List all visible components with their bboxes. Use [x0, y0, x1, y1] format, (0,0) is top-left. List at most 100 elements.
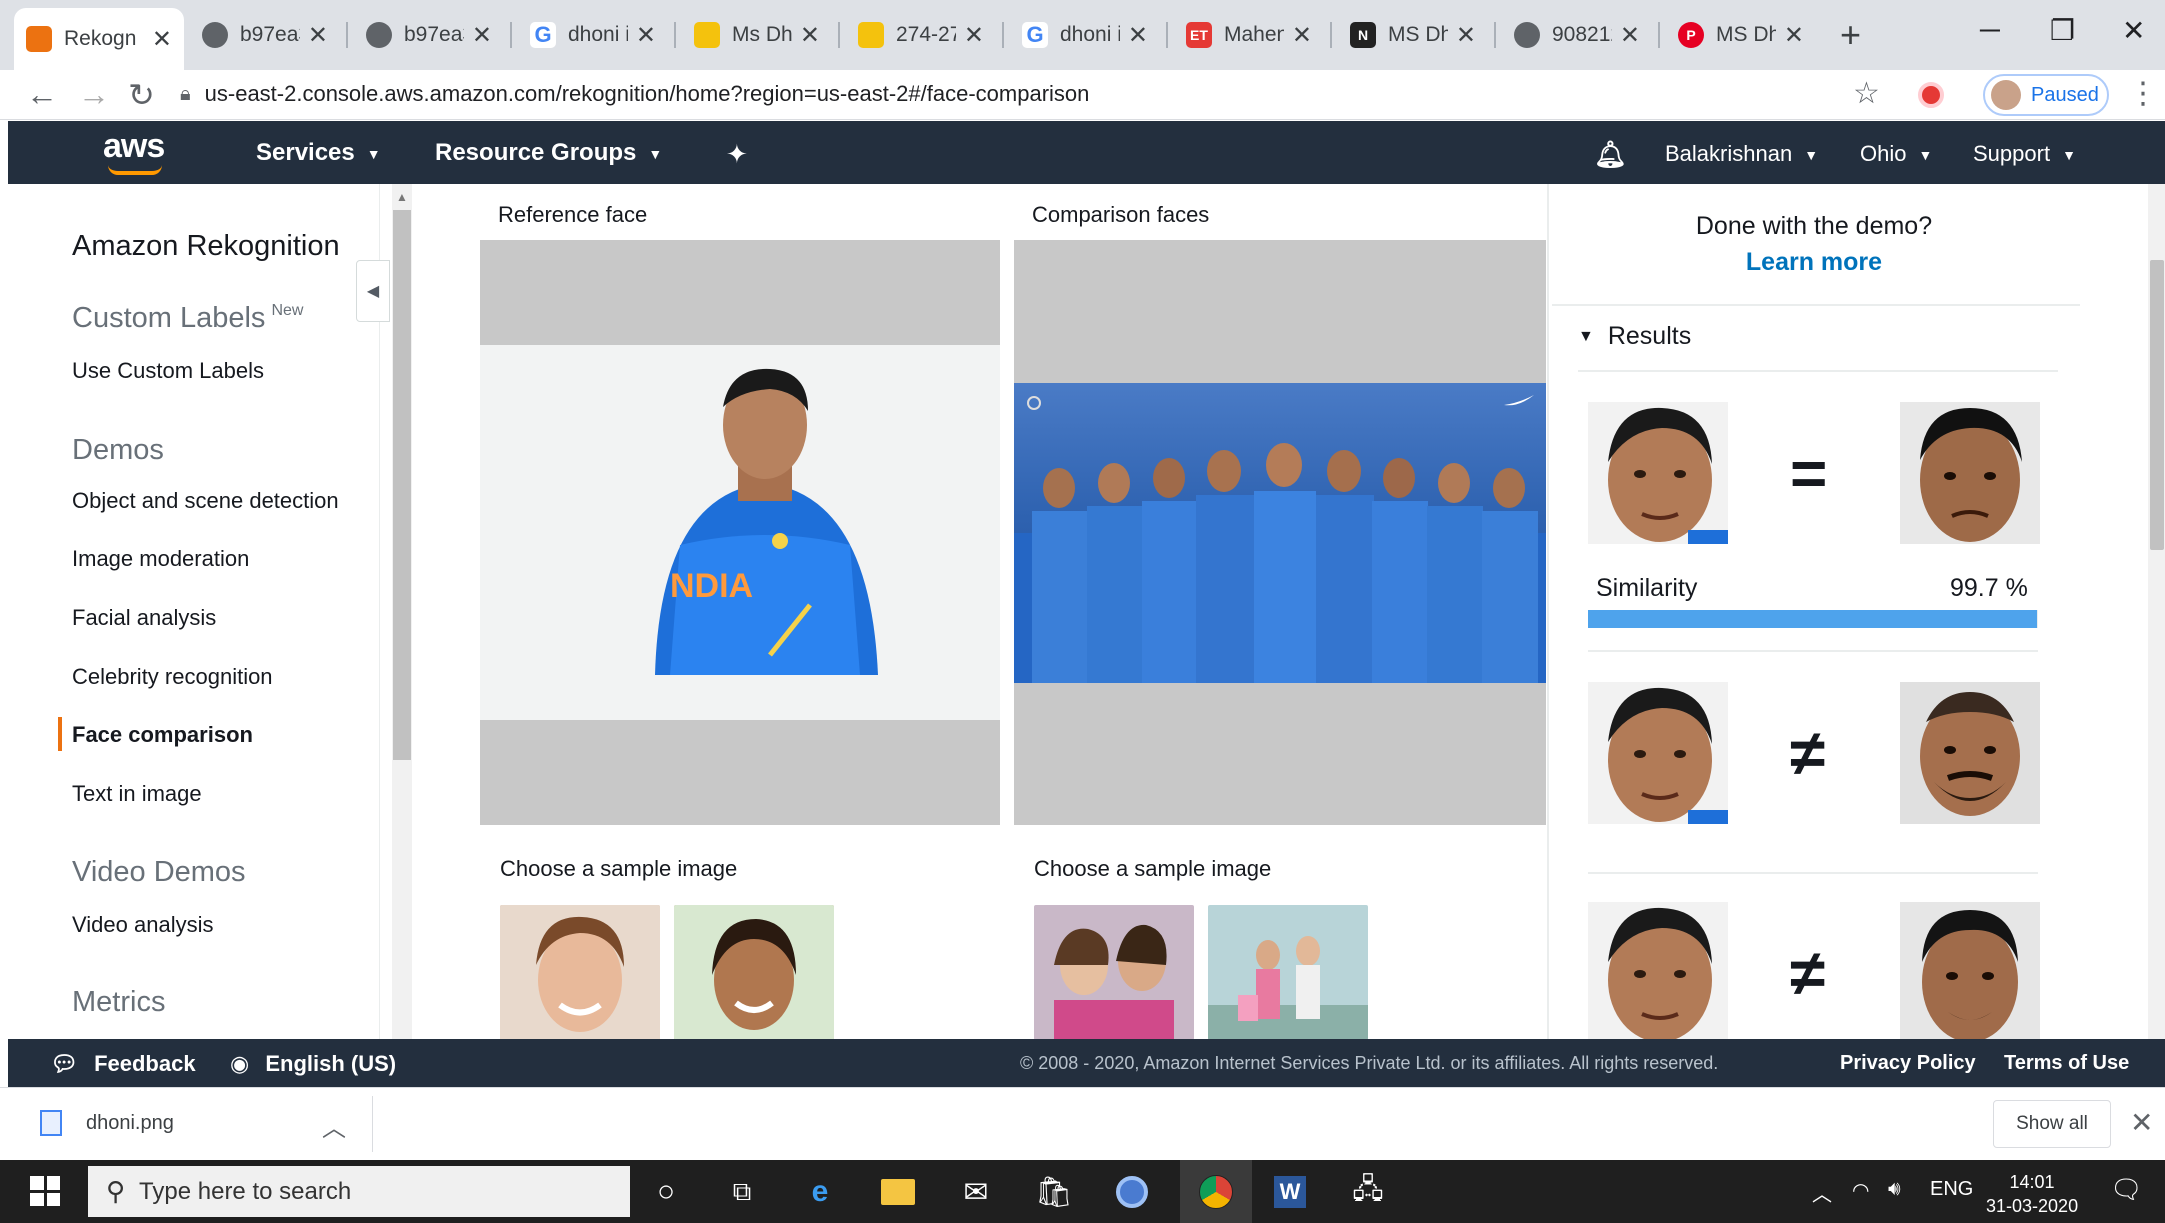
input-language[interactable]: ENG	[1930, 1178, 1973, 1201]
browser-tab[interactable]: G dhoni i ✕	[518, 12, 668, 58]
results-toggle[interactable]: ▼ Results	[1578, 322, 1691, 351]
close-tab-icon[interactable]: ✕	[1456, 21, 1476, 50]
cortana-icon[interactable]: ○	[646, 1172, 686, 1212]
store-icon[interactable]: 🛍︎	[1034, 1172, 1074, 1212]
sample-thumbnail[interactable]	[1034, 905, 1194, 1040]
browser-tab[interactable]: N MS Dh ✕	[1338, 12, 1488, 58]
back-icon[interactable]: ←	[26, 76, 58, 113]
user-menu[interactable]: Balakrishnan ▼	[1665, 141, 1818, 167]
browser-tab[interactable]: ET Mahen ✕	[1174, 12, 1324, 58]
tab-separator	[510, 22, 512, 48]
close-tab-icon[interactable]: ✕	[308, 21, 328, 50]
privacy-policy-link[interactable]: Privacy Policy	[1840, 1052, 1976, 1075]
sidebar-item-text-in-image[interactable]: Text in image	[72, 781, 202, 807]
sidebar-item-face-comparison[interactable]: Face comparison	[72, 722, 253, 748]
pin-icon[interactable]: ✦	[726, 139, 748, 170]
browser-menu-icon[interactable]: ⋮	[2128, 76, 2158, 111]
browser-tab[interactable]: G dhoni i ✕	[1010, 12, 1160, 58]
profile-button[interactable]: Paused	[1983, 74, 2109, 116]
browser-tab[interactable]: b97ea3 ✕	[354, 12, 504, 58]
taskbar-clock[interactable]: 14:01 31-03-2020	[1986, 1170, 2078, 1218]
minimize-icon[interactable]: ─	[1980, 14, 2000, 46]
taskbar-search-box[interactable]: ⚲ Type here to search	[88, 1166, 630, 1217]
scroll-up-icon[interactable]: ▲	[396, 190, 408, 204]
close-tab-icon[interactable]: ✕	[1620, 21, 1640, 50]
wifi-icon[interactable]: ◠	[1852, 1178, 1869, 1203]
close-tab-icon[interactable]: ✕	[1292, 21, 1312, 50]
sidebar-item-use-custom-labels[interactable]: Use Custom Labels	[72, 358, 264, 384]
learn-more-link[interactable]: Learn more	[1548, 248, 2080, 277]
sample-thumbnail[interactable]	[500, 905, 660, 1040]
browser-tab[interactable]: P MS Dho ✕	[1666, 12, 1816, 58]
volume-icon[interactable]: 🔊︎	[1888, 1178, 1901, 1201]
windows-start-icon[interactable]	[30, 1176, 60, 1206]
app-icon[interactable]	[1112, 1172, 1152, 1212]
chrome-icon[interactable]	[1196, 1172, 1236, 1212]
browser-tab[interactable]: 908212 ✕	[1502, 12, 1652, 58]
aws-logo[interactable]: aws	[103, 127, 165, 166]
browser-tab[interactable]: Rekogn ✕	[14, 8, 184, 70]
close-tab-icon[interactable]: ✕	[636, 21, 656, 50]
close-icon[interactable]: ✕	[2130, 1106, 2153, 1139]
sidebar-section-demos: Demos	[72, 434, 164, 466]
services-menu[interactable]: Services ▼	[256, 139, 381, 167]
collapse-sidebar-button[interactable]: ◀	[356, 260, 390, 322]
reference-face-image: NDIA	[480, 345, 1000, 720]
restore-icon[interactable]: ❐	[2050, 14, 2075, 47]
globe-icon	[202, 22, 228, 48]
reference-face-label: Reference face	[498, 202, 648, 227]
language-selector[interactable]: ◉ English (US)	[230, 1051, 396, 1077]
task-view-icon[interactable]: ⧉	[722, 1172, 762, 1212]
notifications-icon[interactable]: 🗨︎	[2110, 1174, 2143, 1205]
edge-icon[interactable]: e	[800, 1172, 840, 1212]
close-window-icon[interactable]: ✕	[2122, 14, 2145, 47]
tab-separator	[1166, 22, 1168, 48]
sidebar-item-image-moderation[interactable]: Image moderation	[72, 546, 249, 572]
support-menu[interactable]: Support ▼	[1973, 141, 2076, 167]
close-tab-icon[interactable]: ✕	[1128, 21, 1148, 50]
network-tool-icon[interactable]: 🖧︎	[1348, 1172, 1388, 1212]
url-field[interactable]: 🔒︎ us-east-2.console.aws.amazon.com/reko…	[180, 74, 1890, 114]
file-explorer-icon[interactable]	[878, 1172, 918, 1212]
bell-icon[interactable]: 🔔︎	[1594, 139, 1627, 170]
comparison-face-crop	[1900, 682, 2040, 824]
browser-tab[interactable]: 274-27 ✕	[846, 12, 996, 58]
browser-tab[interactable]: b97ea3 ✕	[190, 12, 340, 58]
results-scrollbar-thumb[interactable]	[2150, 260, 2164, 550]
close-tab-icon[interactable]: ✕	[152, 25, 172, 54]
sidebar-title[interactable]: Amazon Rekognition	[72, 230, 340, 263]
download-bar: dhoni.png ︿ Show all ✕	[0, 1087, 2165, 1160]
close-tab-icon[interactable]: ✕	[964, 21, 984, 50]
record-icon[interactable]	[1918, 82, 1944, 108]
reference-face-crop	[1588, 902, 1728, 1039]
resource-groups-menu[interactable]: Resource Groups ▼	[435, 139, 662, 167]
browser-tab[interactable]: Ms Dho ✕	[682, 12, 832, 58]
reload-icon[interactable]: ↻	[128, 76, 155, 114]
region-menu[interactable]: Ohio ▼	[1860, 141, 1932, 167]
sidebar-item-video-analysis[interactable]: Video analysis	[72, 912, 213, 938]
feedback-button[interactable]: 💬︎ Feedback	[50, 1051, 196, 1077]
new-tab-button[interactable]: +	[1840, 14, 1861, 56]
sidebar-scrollbar-thumb[interactable]	[393, 210, 411, 760]
word-icon[interactable]: W	[1270, 1172, 1310, 1212]
sidebar-item-object-detection[interactable]: Object and scene detection	[72, 488, 339, 514]
tray-chevron-icon[interactable]: ︿	[1812, 1178, 1832, 1207]
terms-of-use-link[interactable]: Terms of Use	[2004, 1052, 2129, 1075]
sample-thumbnail[interactable]	[674, 905, 834, 1040]
aws-smile-logo	[108, 165, 162, 175]
sample-thumbnail[interactable]	[1208, 905, 1368, 1040]
sidebar-item-celebrity-recognition[interactable]: Celebrity recognition	[72, 664, 273, 690]
chevron-left-icon: ◀	[366, 283, 380, 300]
bookmark-star-icon[interactable]: ☆	[1853, 76, 1880, 111]
close-tab-icon[interactable]: ✕	[1784, 21, 1804, 50]
sidebar-item-facial-analysis[interactable]: Facial analysis	[72, 605, 216, 631]
chevron-down-icon: ▼	[366, 145, 381, 162]
close-tab-icon[interactable]: ✕	[800, 21, 820, 50]
forward-icon[interactable]: →	[78, 76, 110, 113]
chevron-up-icon[interactable]: ︿	[322, 1108, 346, 1143]
download-item[interactable]: dhoni.png	[40, 1110, 174, 1136]
show-all-button[interactable]: Show all	[1993, 1100, 2111, 1148]
comparison-faces-label: Comparison faces	[1032, 202, 1210, 227]
mail-icon[interactable]: ✉	[956, 1172, 996, 1212]
close-tab-icon[interactable]: ✕	[472, 21, 492, 50]
